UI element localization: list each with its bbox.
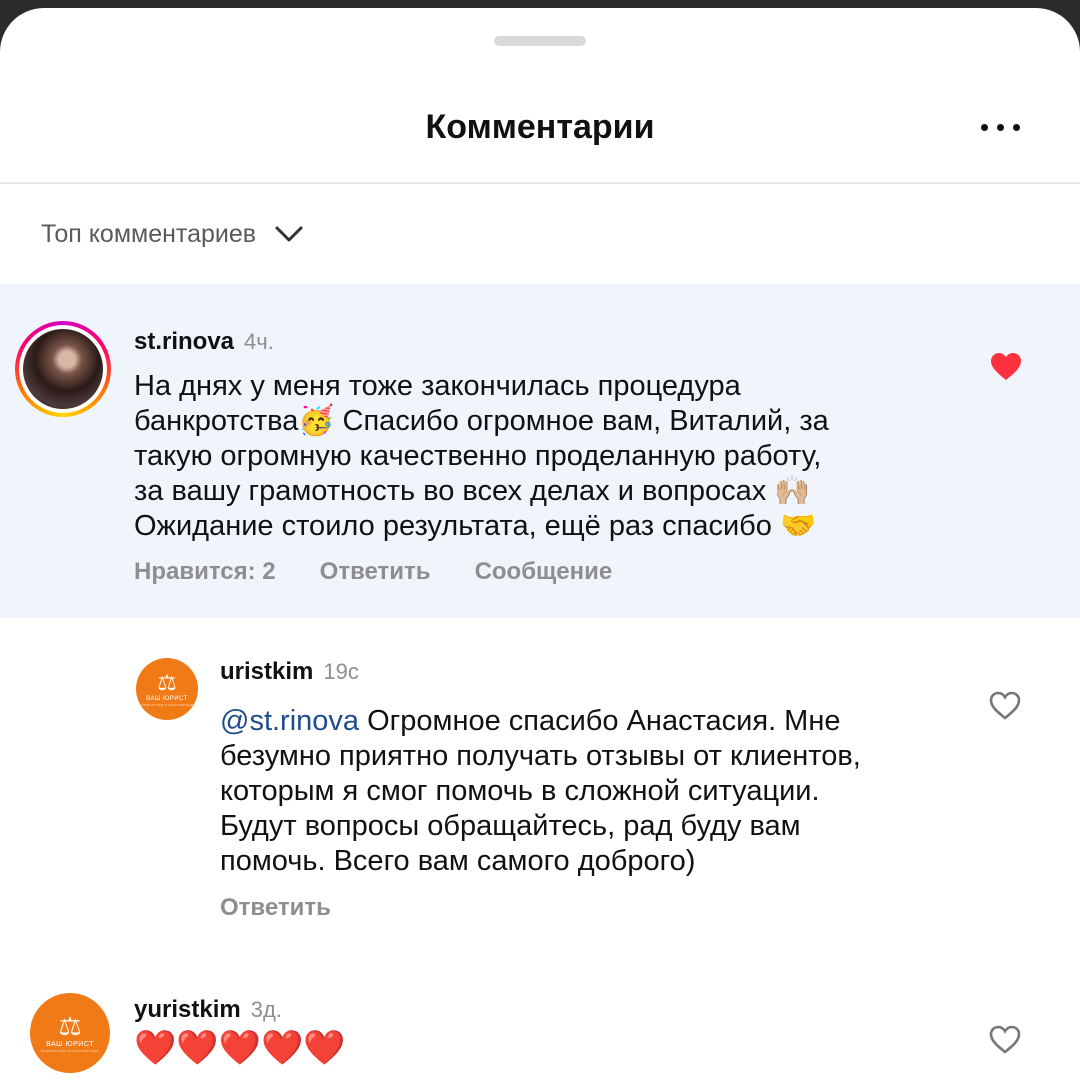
lawyer-logo-icon: ⚖ xyxy=(58,1011,82,1041)
profile-photo xyxy=(23,329,103,409)
more-options-button[interactable] xyxy=(970,112,1030,142)
reply-button[interactable]: Ответить xyxy=(220,894,331,922)
mention-link[interactable]: @st.rinova xyxy=(220,705,359,737)
page-title: Комментарии xyxy=(425,108,655,146)
comments-sheet: Комментарии Топ комментариев st.rinova 4… xyxy=(0,8,1080,1080)
more-horizontal-icon xyxy=(980,123,988,131)
comment-actions: Нравится: 2 Ответить Сообщение xyxy=(134,558,612,586)
lawyer-logo-icon: ⚖ xyxy=(157,669,177,695)
likes-count-button[interactable]: Нравится: 2 xyxy=(134,558,276,586)
heart-outline-icon[interactable] xyxy=(989,1025,1021,1055)
message-button[interactable]: Сообщение xyxy=(475,558,613,586)
drag-handle[interactable] xyxy=(494,36,586,46)
comment-username[interactable]: uristkim xyxy=(220,658,313,686)
comment-text: @st.rinova Огромное спасибо Анастасия. М… xyxy=(220,705,861,877)
comment-time: 3д. xyxy=(250,997,282,1022)
avatar[interactable] xyxy=(15,321,111,417)
sort-dropdown[interactable]: Топ комментариев xyxy=(41,214,304,254)
liked-heart-icon[interactable] xyxy=(990,352,1022,382)
chevron-down-icon xyxy=(275,226,303,242)
avatar[interactable]: ⚖ ВАШ ЮРИСТ БАНКРОТСТВО И КОНСУЛЬТАЦИИ xyxy=(30,993,110,1073)
comment-actions: Ответить xyxy=(220,894,331,922)
comment-username[interactable]: st.rinova xyxy=(134,328,234,356)
comment-header: yuristkim 3д. xyxy=(134,996,282,1024)
comment-time: 4ч. xyxy=(244,329,274,354)
header-divider xyxy=(0,182,1080,184)
comment-header: uristkim 19с xyxy=(220,658,359,686)
comment-time: 19с xyxy=(323,659,359,684)
comment-text: ❤️❤️❤️❤️❤️ xyxy=(134,1029,346,1067)
heart-outline-icon[interactable] xyxy=(989,691,1021,721)
sort-label: Топ комментариев xyxy=(41,219,257,248)
comment-text: На днях у меня тоже закончилась процедур… xyxy=(134,370,829,542)
avatar[interactable]: ⚖ ВАШ ЮРИСТ БАНКРОТСТВО И КОНСУЛЬТАЦИИ xyxy=(136,658,198,720)
comment-username[interactable]: yuristkim xyxy=(134,996,241,1024)
reply-button[interactable]: Ответить xyxy=(320,558,431,586)
comment-header: st.rinova 4ч. xyxy=(134,328,274,356)
